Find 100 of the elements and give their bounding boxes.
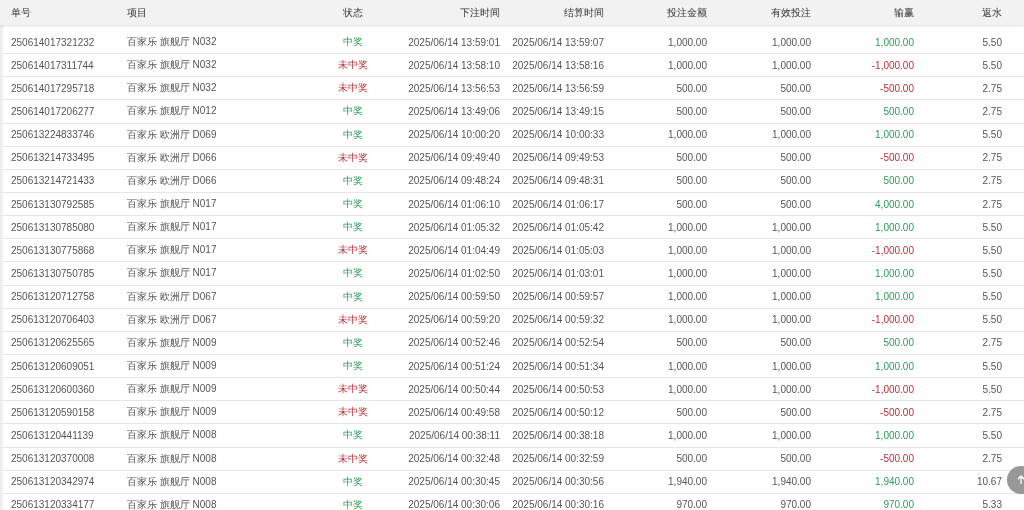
status-text: 中奖 (342, 197, 364, 212)
table-cell-text: 2025/06/14 13:56:59 (511, 82, 605, 94)
table-cell-text: -500.00 (879, 453, 915, 465)
table-cell-text: 5.33 (981, 499, 1002, 510)
status-text: 中奖 (342, 127, 364, 142)
table-cell-text: 1,000.00 (771, 429, 812, 441)
table-cell-text: 5.50 (981, 429, 1002, 441)
table-cell-text: 2.75 (981, 106, 1002, 117)
table-cell-text: 250613130785080 (10, 221, 96, 233)
table-cell-text: 5.50 (981, 383, 1002, 395)
table-cell-text: 1,000.00 (874, 360, 915, 372)
table-cell-text: -500.00 (879, 152, 915, 164)
table-cell-text: 1,000.00 (771, 59, 812, 71)
table-cell-text: 1,000.00 (874, 129, 915, 141)
table-cell-text: 5.50 (981, 244, 1002, 256)
table-cell-text: 百家乐 旗舰厅 N009 (126, 359, 218, 374)
table-cell-text: 250614017206277 (10, 106, 96, 117)
table-cell-text: 百家乐 旗舰厅 N017 (126, 243, 218, 258)
table-cell-text: 1,000.00 (667, 360, 708, 372)
table-cell-text: 10.67 (975, 476, 1002, 488)
table-cell-text: 250614017295718 (10, 82, 96, 94)
table-cell-text: 2025/06/14 00:50:44 (407, 383, 501, 395)
table-cell-text: 2025/06/14 00:32:48 (407, 453, 501, 465)
table-cell-text: 2025/06/14 09:49:53 (511, 152, 605, 164)
table-cell-text: 500.00 (779, 175, 812, 187)
table-cell-text: 2025/06/14 01:06:17 (511, 198, 605, 210)
column-header: 项目 (126, 5, 148, 20)
column-header: 状态 (342, 5, 364, 20)
column-header: 返水 (981, 5, 1002, 20)
table-cell-text: 1,000.00 (667, 267, 708, 279)
column-header: 输赢 (893, 5, 915, 20)
table-cell-text: 5.50 (981, 36, 1002, 48)
table-cell-text: 500.00 (779, 198, 812, 210)
column-header: 有效投注 (770, 5, 812, 20)
table-cell-text: 百家乐 旗舰厅 N017 (126, 197, 218, 212)
table-cell-text: 2025/06/14 09:48:31 (511, 175, 605, 187)
table-cell-text: 970.00 (675, 499, 708, 510)
table-cell-text: 250613120590158 (10, 406, 96, 418)
table-cell-text: 百家乐 欧洲厅 D069 (126, 127, 218, 142)
table-cell-text: 百家乐 旗舰厅 N008 (126, 497, 218, 510)
table-cell-text: 500.00 (675, 453, 708, 465)
status-text: 中奖 (342, 289, 364, 304)
table-cell-text: 250614017311744 (10, 59, 95, 71)
table-cell-text: 250613130750785 (10, 267, 96, 279)
table-cell-text: 500.00 (882, 337, 915, 349)
table-cell-text: 250613120342974 (10, 476, 96, 488)
table-cell-text: 2025/06/14 10:00:20 (407, 129, 501, 141)
table-cell-text: 2025/06/14 00:50:53 (511, 383, 605, 395)
table-cell-text: 1,000.00 (771, 291, 812, 303)
table-cell-text: 2025/06/14 00:38:18 (511, 429, 605, 441)
table-cell-text: 250613130775868 (10, 244, 96, 256)
table-cell-text: 2025/06/14 09:49:40 (407, 152, 501, 164)
table-cell-text: 500.00 (882, 106, 915, 117)
table-cell-text: 2025/06/14 00:59:50 (407, 291, 501, 303)
table-cell-text: 1,000.00 (771, 244, 812, 256)
status-text: 中奖 (342, 428, 364, 443)
table-cell-text: 1,940.00 (874, 476, 915, 488)
table-cell-text: 500.00 (779, 82, 812, 94)
table-cell-text: 1,000.00 (667, 383, 708, 395)
table-cell-text: 250613120609051 (10, 360, 96, 372)
table-cell-text: 1,000.00 (667, 244, 708, 256)
table-cell-text: 500.00 (675, 82, 708, 94)
table-cell-text: 500.00 (675, 198, 708, 210)
table-cell-text: 2025/06/14 00:51:24 (407, 360, 501, 372)
status-text: 中奖 (342, 359, 364, 374)
table-cell-text: 百家乐 旗舰厅 N009 (126, 405, 218, 420)
table-cell-text: 250613120706403 (10, 314, 96, 326)
status-text: 中奖 (342, 497, 364, 510)
table-cell-text: 2025/06/14 00:52:54 (511, 337, 605, 349)
table-cell-text: 2025/06/14 00:51:34 (511, 360, 605, 372)
table-cell-text: 2025/06/14 00:30:56 (511, 476, 605, 488)
status-text: 中奖 (342, 35, 364, 50)
table-cell-text: 1,000.00 (667, 314, 708, 326)
table-cell-text: -1,000.00 (870, 314, 915, 326)
table-cell-text: 1,000.00 (771, 129, 812, 141)
status-text: 未中奖 (337, 451, 369, 466)
table-cell-text: 500.00 (779, 453, 812, 465)
table-cell-text: 2025/06/14 00:50:12 (511, 406, 605, 418)
table-cell-text: 500.00 (675, 106, 708, 117)
table-cell-text: 2025/06/14 01:05:42 (511, 221, 605, 233)
table-cell-text: 500.00 (779, 152, 812, 164)
table-cell-text: 5.50 (981, 267, 1002, 279)
column-header: 投注金额 (666, 5, 708, 20)
table-cell-text: 5.50 (981, 221, 1002, 233)
table-cell-text: 2025/06/14 01:04:49 (407, 244, 501, 256)
table-cell-text: 2.75 (981, 82, 1002, 94)
table-cell-text: 1,000.00 (771, 267, 812, 279)
table-cell-text: 2025/06/14 00:52:46 (407, 337, 501, 349)
status-text: 未中奖 (337, 382, 369, 397)
table-cell-text: 2025/06/14 00:30:16 (511, 499, 605, 510)
table-cell-text: 5.50 (981, 291, 1002, 303)
table-cell-text: 2025/06/14 00:49:58 (407, 406, 501, 418)
table-cell-text: 1,000.00 (667, 36, 708, 48)
table-cell-text: 百家乐 旗舰厅 N012 (126, 104, 218, 119)
table-cell-text: 2025/06/14 13:58:16 (511, 59, 605, 71)
table-cell-text: 250613120625565 (10, 337, 96, 349)
status-text: 中奖 (342, 220, 364, 235)
table-cell-text: 百家乐 旗舰厅 N017 (126, 220, 218, 235)
table-cell-text: 1,000.00 (667, 429, 708, 441)
table-cell-text: 2.75 (981, 406, 1002, 418)
